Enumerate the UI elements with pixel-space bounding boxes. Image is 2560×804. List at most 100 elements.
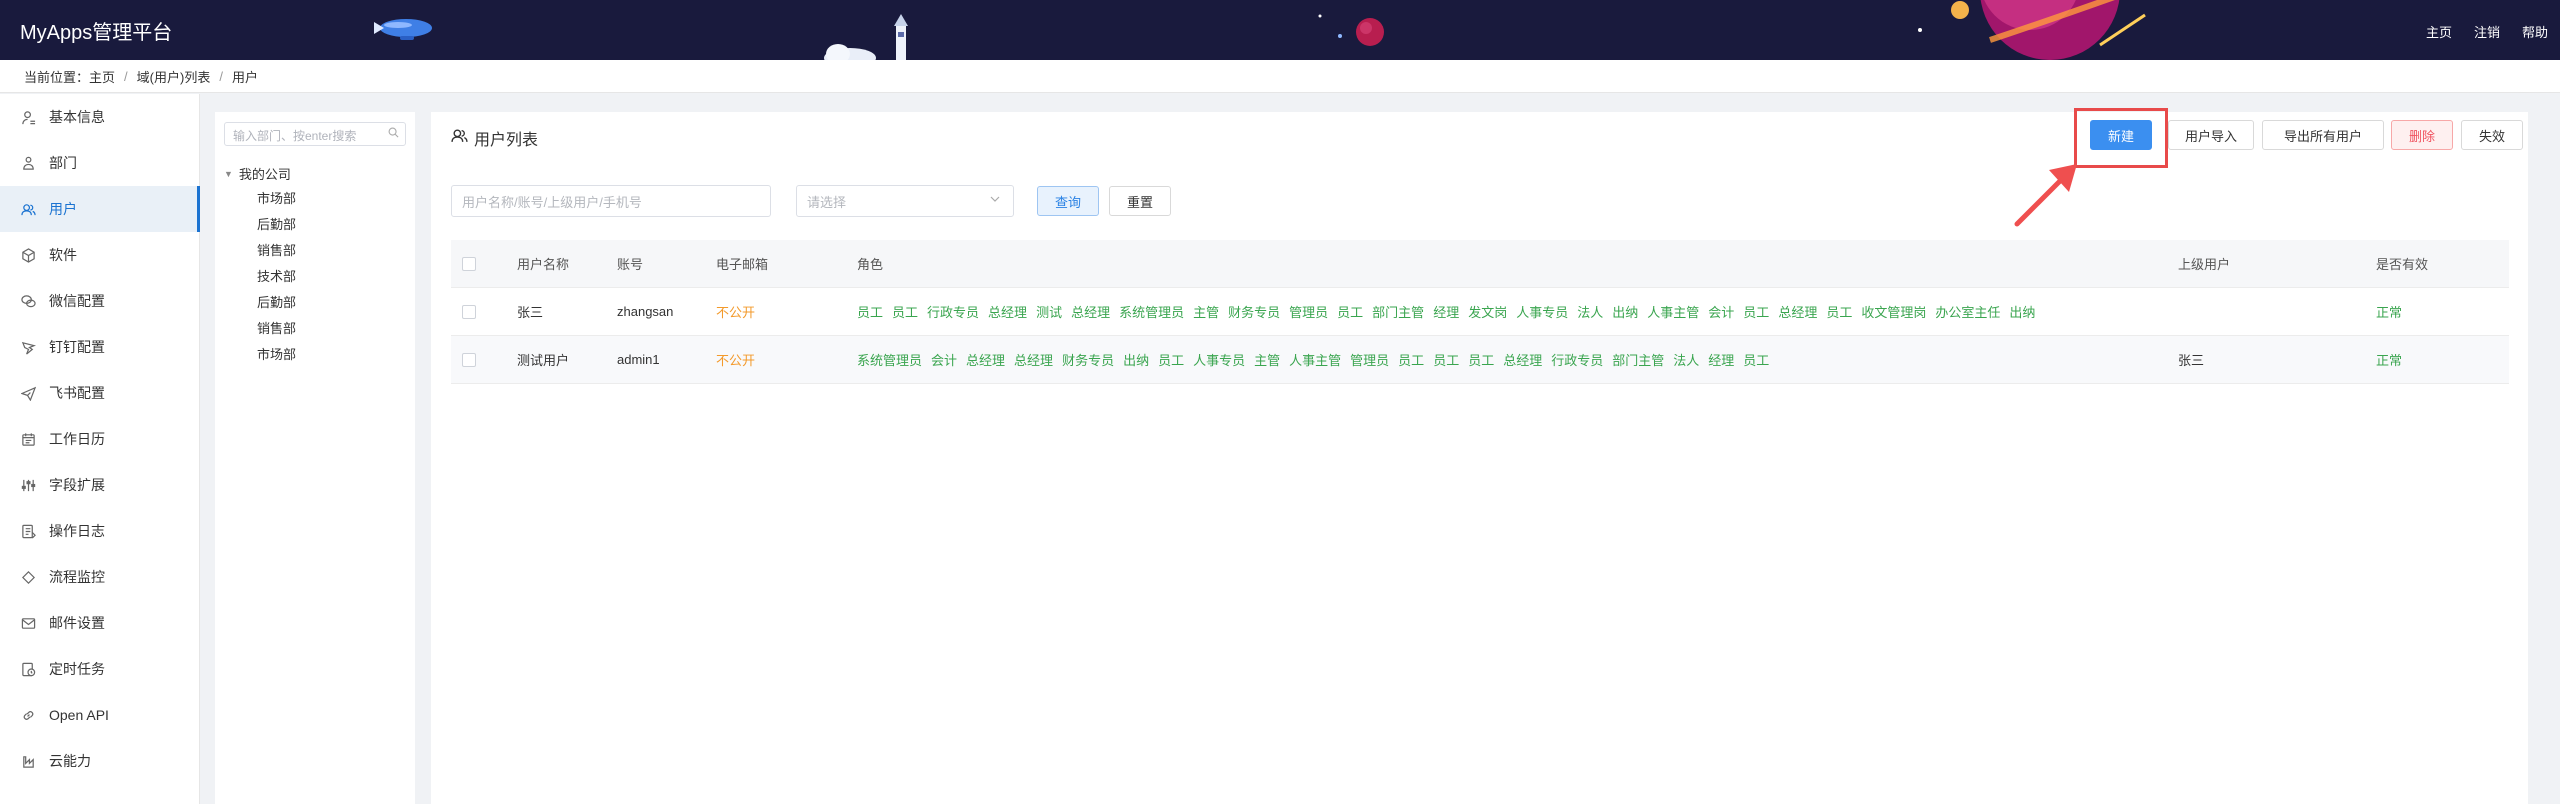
role-tag: 发文岗 [1468, 305, 1508, 320]
column-header-email: 电子邮箱 [716, 257, 769, 272]
role-tag: 出纳 [1123, 353, 1150, 368]
role-tag: 管理员 [1350, 353, 1390, 368]
sidebar-item-cloud-capability[interactable]: 云能力 [0, 738, 199, 784]
column-header-superior: 上级用户 [2178, 257, 2231, 272]
role-tag: 员工 [1337, 305, 1364, 320]
user-search-placeholder: 用户名称/账号/上级用户/手机号 [462, 194, 642, 210]
header-nav: 主页 注销 帮助 [2426, 22, 2548, 41]
user-info-icon [20, 109, 36, 125]
column-header-name: 用户名称 [517, 257, 570, 272]
role-tag: 出纳 [1612, 305, 1639, 320]
disable-button[interactable]: 失效 [2461, 120, 2523, 150]
breadcrumb-separator: / [124, 68, 128, 84]
sidebar-item-label: 钉钉配置 [49, 339, 105, 355]
sidebar-item-process-monitor[interactable]: 流程监控 [0, 554, 199, 600]
role-tag: 员工 [1468, 353, 1495, 368]
tree-node[interactable]: 后勤部 [257, 214, 296, 240]
sidebar-item-field-extension[interactable]: 字段扩展 [0, 462, 199, 508]
role-tag: 收文管理岗 [1861, 305, 1927, 320]
sidebar-item-scheduled-tasks[interactable]: 定时任务 [0, 646, 199, 692]
role-tag: 经理 [1708, 353, 1735, 368]
tree-node[interactable]: 技术部 [257, 266, 296, 292]
sidebar-item-label: 邮件设置 [49, 615, 105, 631]
department-search-input[interactable]: 输入部门、按enter搜索 [224, 122, 406, 146]
tree-children: 市场部 后勤部 销售部 技术部 后勤部 销售部 市场部 [257, 188, 296, 370]
sidebar-item-department[interactable]: 部门 [0, 140, 199, 186]
email-cell: 不公开 [716, 353, 756, 368]
user-table: 用户名称 账号 电子邮箱 角色 上级用户 是否有效 张三 zhangsan 不公… [451, 240, 2509, 384]
planet-large-decoration [1918, 0, 2146, 60]
role-tag: 员工 [1826, 305, 1853, 320]
row-checkbox[interactable] [462, 352, 476, 367]
tree-node[interactable]: 后勤部 [257, 292, 296, 318]
role-tag: 管理员 [1289, 305, 1329, 320]
role-tag: 部门主管 [1372, 305, 1425, 320]
reset-button[interactable]: 重置 [1109, 186, 1171, 216]
nav-help-link[interactable]: 帮助 [2522, 22, 2548, 41]
caret-down-icon[interactable]: ▼ [224, 169, 233, 179]
role-tag: 总经理 [988, 305, 1028, 320]
role-tag: 人事专员 [1193, 353, 1246, 368]
role-tag: 会计 [1708, 305, 1735, 320]
tree-root-node[interactable]: ▼ 我的公司 [224, 164, 291, 183]
breadcrumb-separator: / [219, 68, 223, 84]
role-tag: 测试 [1036, 305, 1063, 320]
tree-node[interactable]: 销售部 [257, 240, 296, 266]
sidebar-item-work-calendar[interactable]: 工作日历 [0, 416, 199, 462]
role-tag: 人事主管 [1647, 305, 1700, 320]
roles-cell: 系统管理员 会计 总经理 总经理 财务专员 出纳 员工 人事专员 主管 人事主管 管理员 员工 员工 员工… [857, 350, 1769, 369]
tree-node[interactable]: 销售部 [257, 318, 296, 344]
role-tag: 员工 [892, 305, 919, 320]
role-tag: 财务专员 [1062, 353, 1115, 368]
sidebar-item-software[interactable]: 软件 [0, 232, 199, 278]
sidebar-item-label: 用户 [49, 201, 77, 217]
new-user-button[interactable]: 新建 [2090, 120, 2152, 150]
sidebar-item-label: 操作日志 [49, 523, 105, 539]
nav-home-link[interactable]: 主页 [2426, 22, 2452, 41]
search-icon [388, 127, 399, 141]
users-icon [451, 127, 468, 149]
row-checkbox[interactable] [462, 304, 476, 319]
sidebar-item-operation-log[interactable]: 操作日志 [0, 508, 199, 554]
department-search-placeholder: 输入部门、按enter搜索 [233, 129, 357, 143]
user-search-input[interactable]: 用户名称/账号/上级用户/手机号 [451, 185, 771, 217]
select-all-checkbox[interactable] [462, 256, 476, 271]
sidebar-item-users[interactable]: 用户 [0, 186, 200, 232]
role-tag: 行政专员 [1551, 353, 1604, 368]
superior-cell: 张三 [2178, 353, 2205, 368]
delete-button[interactable]: 删除 [2391, 120, 2453, 150]
castle-decoration [824, 14, 908, 60]
table-row[interactable]: 张三 zhangsan 不公开 员工 员工 行政专员 总经理 测试 总经理 系统管理员 主管财… [451, 288, 2509, 336]
tree-node[interactable]: 市场部 [257, 188, 296, 214]
table-row[interactable]: 测试用户 admin1 不公开 系统管理员 会计 总经理 总经理 财务专员 出纳 员工 人事专… [451, 336, 2509, 384]
breadcrumb-current: 用户 [231, 69, 258, 85]
status-select[interactable]: 请选择 [796, 185, 1014, 217]
top-header: MyApps管理平台 主页 注销 帮助 [0, 0, 2560, 60]
sidebar-item-feishu-config[interactable]: 飞书配置 [0, 370, 199, 416]
sidebar-item-label: 云能力 [49, 753, 91, 769]
role-tag: 员工 [1158, 353, 1185, 368]
sidebar-item-mail-settings[interactable]: 邮件设置 [0, 600, 199, 646]
role-tag: 法人 [1577, 305, 1604, 320]
role-tag: 财务专员 [1228, 305, 1281, 320]
sidebar-item-basic-info[interactable]: 基本信息 [0, 94, 199, 140]
sidebar-item-open-api[interactable]: Open API [0, 692, 199, 738]
sidebar-item-dingtalk-config[interactable]: 钉钉配置 [0, 324, 199, 370]
sidebar-item-wechat-config[interactable]: 微信配置 [0, 278, 199, 324]
import-users-button[interactable]: 用户导入 [2168, 120, 2254, 150]
nav-logout-link[interactable]: 注销 [2474, 22, 2500, 41]
export-all-users-button[interactable]: 导出所有用户 [2262, 120, 2384, 150]
annotation-arrow [2014, 164, 2077, 227]
mail-icon [20, 615, 36, 631]
log-icon [20, 523, 36, 539]
breadcrumb-home[interactable]: 主页 [89, 67, 115, 86]
tree-node[interactable]: 市场部 [257, 344, 296, 370]
user-list-panel: 用户列表 新建 用户导入 导出所有用户 删除 失效 用户名称/账号/上级用户/手… [431, 108, 2528, 804]
feishu-icon [20, 385, 36, 401]
breadcrumb-domain-list[interactable]: 域(用户)列表 [137, 67, 211, 86]
role-tag: 员工 [1433, 353, 1460, 368]
query-button[interactable]: 查询 [1037, 186, 1099, 216]
breadcrumb-prefix: 当前位置： [24, 69, 90, 85]
role-tag: 人事专员 [1516, 305, 1569, 320]
column-header-roles: 角色 [857, 257, 884, 272]
